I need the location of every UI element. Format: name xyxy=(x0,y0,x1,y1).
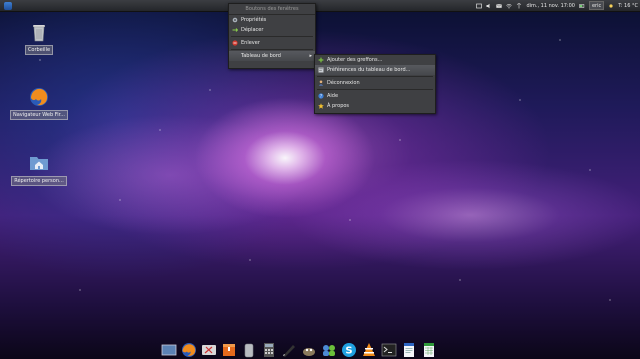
dock-item-gimp[interactable] xyxy=(300,340,318,359)
trash-icon xyxy=(33,25,45,42)
menu-item-add-plugins[interactable]: Ajouter des greffons... xyxy=(315,55,435,65)
clock[interactable]: dim., 11 nov. 17:00 xyxy=(526,3,575,9)
gimp-icon xyxy=(303,347,315,356)
desktop-icon-label: Répertoire person... xyxy=(11,176,67,186)
menu-item-label: Ajouter des greffons... xyxy=(327,57,383,63)
plus-icon xyxy=(318,57,324,63)
dock-item-firefox[interactable] xyxy=(180,340,198,359)
menu-item-label: Propriétés xyxy=(241,17,267,23)
move-icon xyxy=(232,27,239,33)
system-tray: dim., 11 nov. 17:00 eric T: 16 °C xyxy=(476,1,638,10)
menu-item-label: Tableau de bord xyxy=(241,53,281,59)
archive-icon xyxy=(223,343,235,356)
terminal-icon xyxy=(381,343,397,356)
dock-item-show-desktop[interactable] xyxy=(160,340,178,359)
dock-item-skype[interactable]: S xyxy=(340,340,358,359)
menu-item-panel[interactable]: Tableau de bord ▸ xyxy=(229,51,315,61)
about-star-icon xyxy=(318,103,324,109)
user-switcher[interactable]: eric xyxy=(588,1,605,10)
keyboard-icon[interactable] xyxy=(476,3,483,9)
menu-separator xyxy=(231,36,313,37)
dock-item-document[interactable] xyxy=(400,340,418,359)
app-menu-icon xyxy=(4,1,12,10)
logout-icon xyxy=(318,80,324,86)
menu-item-label: Préférences du tableau de bord... xyxy=(327,67,411,73)
volume-icon[interactable] xyxy=(486,3,492,9)
wifi-icon[interactable] xyxy=(506,3,513,9)
mail-icon[interactable] xyxy=(496,3,503,9)
preferences-icon xyxy=(318,67,324,73)
firefox-icon xyxy=(182,342,196,357)
svg-text:?: ? xyxy=(320,94,322,99)
calculator-icon xyxy=(264,342,274,357)
desktop-icon-home[interactable]: Répertoire person... xyxy=(7,152,71,186)
help-icon: ? xyxy=(318,93,324,99)
menu-item-label: Déplacer xyxy=(241,27,264,33)
dock-item-terminal[interactable] xyxy=(380,340,398,359)
battery-icon[interactable] xyxy=(579,3,585,9)
dock-item-trash[interactable] xyxy=(240,340,258,359)
home-folder-icon xyxy=(30,157,48,170)
menu-item-label: Enlever xyxy=(241,40,260,46)
messenger-icon xyxy=(323,344,335,356)
desktop-icon-trash[interactable]: Corbeille xyxy=(7,21,71,55)
gear-icon xyxy=(232,17,238,23)
dock-item-text-editor[interactable] xyxy=(280,340,298,359)
applications-menu-button[interactable] xyxy=(2,1,14,10)
menu-item-remove[interactable]: Enlever xyxy=(229,38,315,48)
remove-icon xyxy=(232,40,238,46)
menu-item-panel-preferences[interactable]: Préférences du tableau de bord... xyxy=(315,65,435,75)
desktop-icon xyxy=(161,344,177,355)
top-panel: dim., 11 nov. 17:00 eric T: 16 °C xyxy=(0,0,640,12)
dock-item-messenger[interactable] xyxy=(320,340,338,359)
document-icon xyxy=(404,342,414,357)
menu-item-label: À propos xyxy=(327,103,350,109)
desktop-icon-firefox[interactable]: Navigateur Web Fir... xyxy=(7,86,71,120)
menu-item-label: Aide xyxy=(327,93,339,99)
context-menu-title: Boutons des fenêtres xyxy=(229,4,315,15)
dock: S xyxy=(160,336,493,359)
dock-item-vlc[interactable] xyxy=(360,340,378,359)
menu-item-help[interactable]: ? Aide xyxy=(315,91,435,101)
menu-item-label: Déconnexion xyxy=(327,80,360,86)
weather-icon[interactable] xyxy=(608,3,614,9)
menu-separator xyxy=(317,89,433,90)
trash-can-icon xyxy=(244,343,254,357)
user-name: eric xyxy=(591,2,602,9)
dock-item-settings[interactable] xyxy=(200,340,218,359)
window-buttons-context-menu: Boutons des fenêtres Propriétés Déplacer… xyxy=(228,3,316,69)
text-editor-icon xyxy=(283,344,295,357)
weather-temperature[interactable]: T: 16 °C xyxy=(618,3,638,9)
vlc-icon xyxy=(363,342,375,356)
menu-separator xyxy=(317,76,433,77)
dock-item-calculator[interactable] xyxy=(260,340,278,359)
desktop-icon-label: Corbeille xyxy=(24,45,54,55)
panel-submenu: Ajouter des greffons... Préférences du t… xyxy=(314,54,436,114)
desktop-icon-label: Navigateur Web Fir... xyxy=(10,110,68,120)
settings-tools-icon xyxy=(202,344,216,355)
dock-item-spreadsheet[interactable] xyxy=(420,340,438,359)
firefox-icon xyxy=(30,88,48,106)
dock-item-archive[interactable] xyxy=(220,340,238,359)
network-icon[interactable] xyxy=(516,2,522,9)
menu-item-logout[interactable]: Déconnexion xyxy=(315,78,435,88)
spreadsheet-icon xyxy=(424,342,434,357)
menu-item-properties[interactable]: Propriétés xyxy=(229,15,315,25)
desktop: dim., 11 nov. 17:00 eric T: 16 °C Corbei… xyxy=(0,0,640,359)
submenu-arrow-icon: ▸ xyxy=(309,53,312,59)
menu-separator xyxy=(231,49,313,50)
menu-item-move[interactable]: Déplacer xyxy=(229,25,315,35)
svg-text:S: S xyxy=(345,345,352,356)
skype-icon: S xyxy=(342,342,356,357)
menu-item-about[interactable]: À propos xyxy=(315,101,435,111)
